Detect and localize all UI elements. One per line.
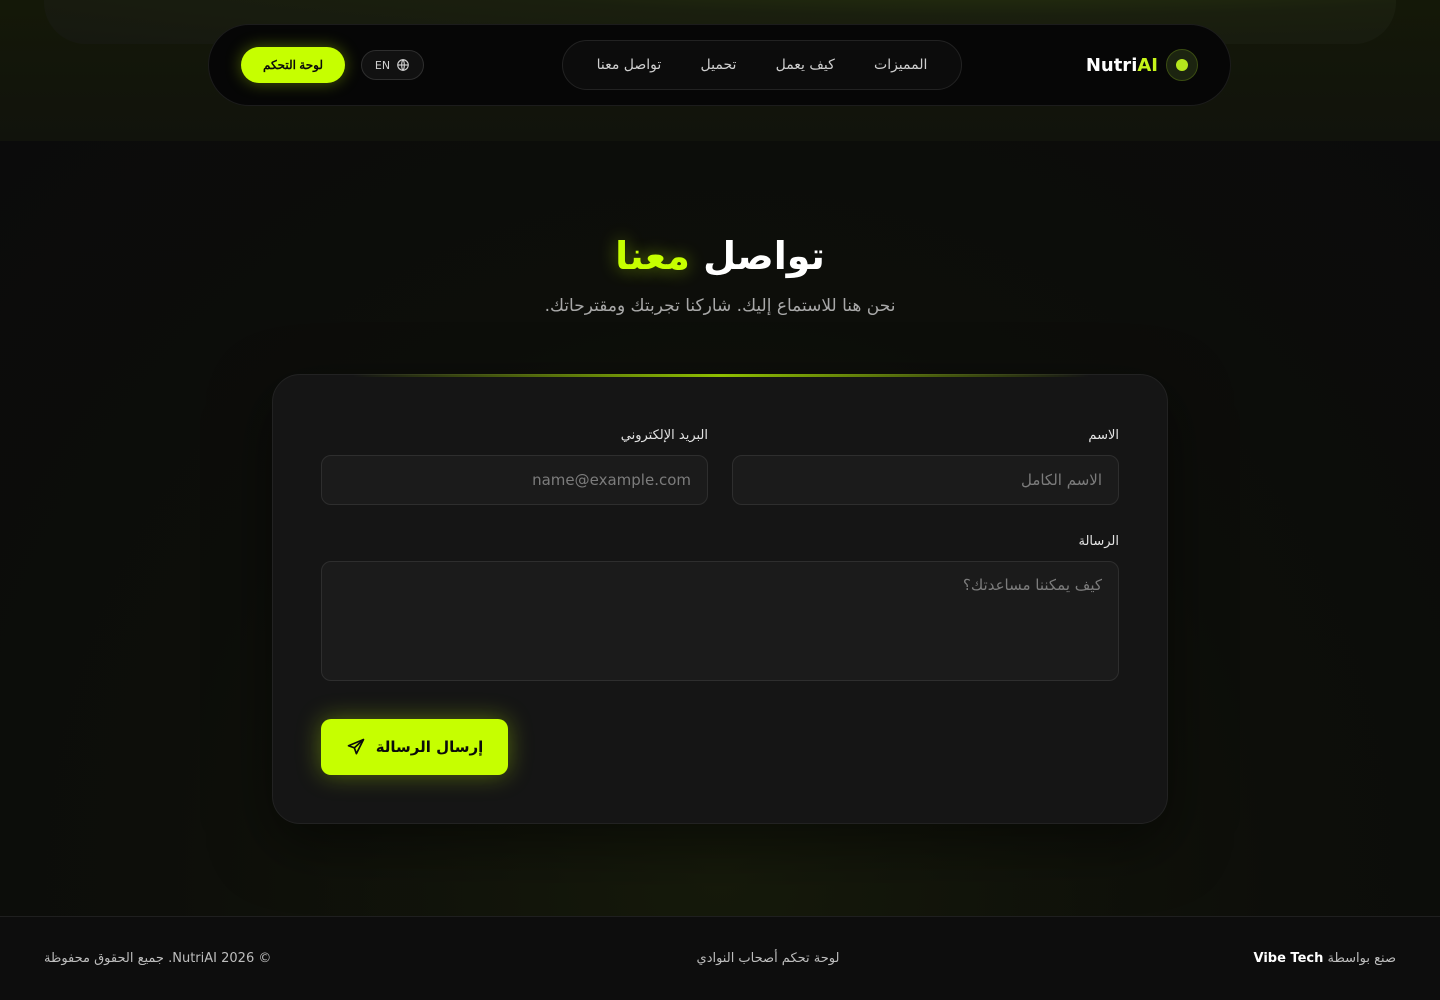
footer: صنع بواسطة Vibe Tech لوحة تحكم أصحاب الن…: [0, 916, 1440, 1000]
brand-name: NutriAI: [1086, 55, 1158, 76]
send-message-label: إرسال الرسالة: [375, 738, 484, 756]
name-input[interactable]: [732, 455, 1119, 505]
brand-name-accent: AI: [1137, 54, 1158, 76]
language-label: EN: [374, 58, 391, 72]
brand-name-white: Nutri: [1085, 54, 1138, 76]
title-accent: معنا: [615, 234, 690, 278]
nav-link-download[interactable]: تحميل: [701, 57, 737, 73]
email-label: البريد الإلكتروني: [620, 428, 708, 443]
message-label: الرسالة: [1078, 534, 1119, 549]
message-textarea[interactable]: [321, 561, 1119, 681]
contact-form-card: الاسم البريد الإلكتروني الرسالة إرسال ال…: [272, 374, 1168, 824]
dashboard-button[interactable]: لوحة التحكم: [241, 47, 345, 83]
nav-links: المميزات كيف يعمل تحميل تواصل معنا: [562, 40, 962, 90]
nav-link-contact[interactable]: تواصل معنا: [597, 57, 662, 73]
navbar: NutriAI المميزات كيف يعمل تحميل تواصل مع…: [208, 24, 1231, 106]
card-accent-line: [353, 374, 1089, 377]
send-message-button[interactable]: إرسال الرسالة: [321, 719, 508, 775]
globe-icon: [397, 58, 409, 72]
nav-actions: EN لوحة التحكم: [241, 47, 424, 83]
title-main: تواصل: [703, 234, 825, 278]
brand-logo-icon: [1166, 49, 1198, 81]
footer-copyright: © 2026 NutriAI. جميع الحقوق محفوظة: [44, 951, 272, 966]
nav-link-how-it-works[interactable]: كيف يعمل: [776, 57, 835, 73]
brand-dot-icon: [1176, 59, 1188, 71]
email-input[interactable]: [321, 455, 708, 505]
language-toggle-button[interactable]: EN: [361, 50, 424, 80]
page-subtitle: نحن هنا للاستماع إليك. شاركنا تجربتك ومق…: [544, 296, 896, 316]
brand[interactable]: NutriAI: [1086, 49, 1198, 81]
page-title: تواصل معنا: [0, 234, 1440, 278]
name-label: الاسم: [1088, 428, 1119, 443]
send-icon: [347, 738, 365, 755]
nav-link-features[interactable]: المميزات: [874, 57, 927, 73]
